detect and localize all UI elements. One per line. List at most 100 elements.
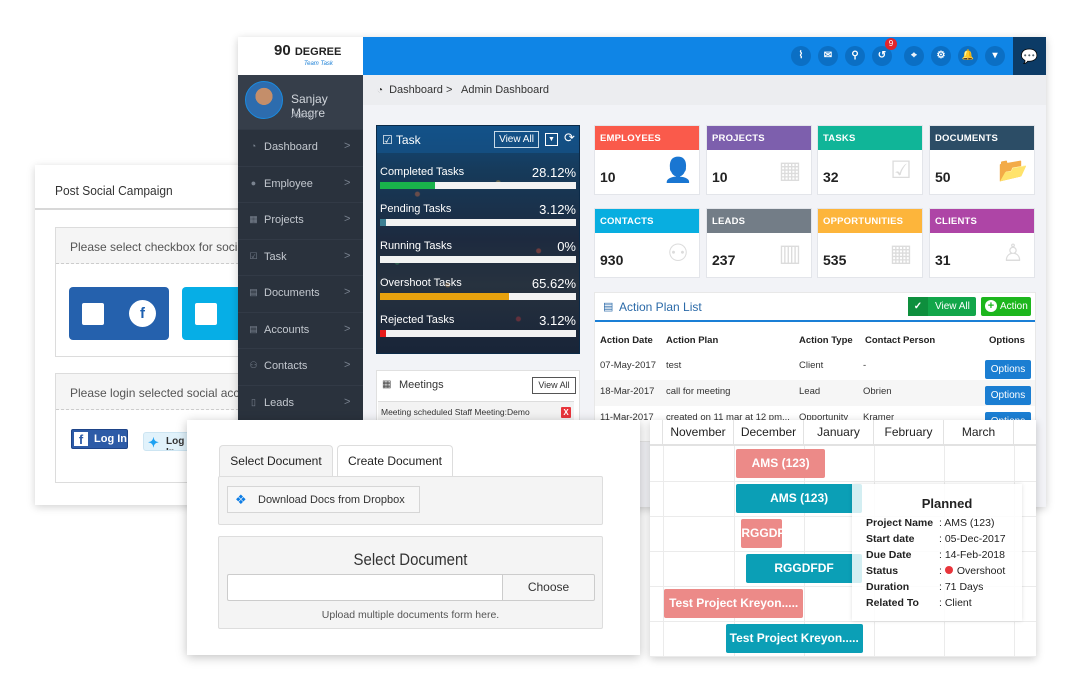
month-header: December bbox=[734, 420, 804, 446]
sidebar-item-leads[interactable]: ▯ Leads > bbox=[238, 384, 363, 421]
avatar bbox=[245, 81, 283, 119]
gantt-bar-planned[interactable]: RGGDFDF bbox=[741, 519, 782, 548]
stat-card-tasks[interactable]: TASKS 32 ☑ bbox=[817, 125, 923, 195]
column-header: Action Date bbox=[600, 335, 653, 346]
dropbox-icon: ❖ bbox=[235, 492, 247, 507]
dashboard-icon: ◔ bbox=[377, 85, 384, 96]
select-document-section: Select Document Choose Upload multiple d… bbox=[218, 536, 603, 629]
gantt-bar-actual[interactable]: Test Project Kreyon..... bbox=[726, 624, 863, 653]
stat-card-leads[interactable]: LEADS 237 ▥ bbox=[706, 208, 812, 278]
tooltip-key: Start date bbox=[866, 533, 915, 545]
sidebar-item-employee[interactable]: ● Employee > bbox=[238, 165, 363, 202]
chat-icon[interactable]: 💬 bbox=[1013, 37, 1046, 75]
user-profile[interactable]: Sanjay Magre Admin bbox=[238, 75, 363, 129]
breadcrumb-current: Admin Dashboard bbox=[461, 84, 550, 96]
view-all-button[interactable]: ✓ View All bbox=[908, 297, 976, 316]
gantt-bar-actual[interactable]: RGGDFDF bbox=[745, 554, 863, 583]
stat-card-opportunities[interactable]: OPPORTUNITIES 535 ▦ bbox=[817, 208, 923, 278]
stat-card-clients[interactable]: CLIENTS 31 ♙ bbox=[929, 208, 1035, 278]
dropbox-section: ❖ Download Docs from Dropbox bbox=[218, 476, 603, 525]
options-button[interactable]: Options bbox=[985, 360, 1031, 379]
stat-card-projects[interactable]: PROJECTS 10 ▦ bbox=[706, 125, 812, 195]
users-icon: ⚇ bbox=[667, 240, 689, 267]
upload-hint: Upload multiple documents form here. bbox=[321, 609, 500, 621]
breadcrumb-root[interactable]: Dashboard bbox=[389, 84, 443, 96]
tooltip-value: : Client bbox=[939, 597, 972, 609]
table-row: 07-May-2017 test Client - Options bbox=[595, 354, 1035, 380]
task-progress-row: Rejected Tasks 3.12% bbox=[380, 313, 578, 344]
logo-word: DEGREE bbox=[294, 46, 342, 58]
notification-badge: 9 bbox=[885, 38, 897, 50]
grid-line bbox=[650, 656, 1036, 657]
tooltip-key: Related To bbox=[866, 597, 919, 609]
checkbox-icon: ☑ bbox=[249, 250, 258, 261]
month-header: January bbox=[804, 420, 874, 446]
progress-fill bbox=[380, 182, 436, 189]
gear-icon[interactable]: ⚙ bbox=[931, 46, 951, 66]
task-percent: 3.12% bbox=[539, 202, 576, 217]
tab-select-document[interactable]: Select Document bbox=[219, 445, 333, 476]
cell-plan: call for meeting bbox=[666, 386, 731, 397]
month-header-spacer bbox=[650, 420, 663, 446]
delete-meeting-button[interactable]: X bbox=[561, 407, 571, 418]
choose-file-button[interactable]: Choose bbox=[502, 574, 595, 601]
breadcrumb: ◔ Dashboard > Admin Dashboard bbox=[363, 75, 1046, 105]
facebook-login-button[interactable]: f Log In bbox=[71, 429, 128, 449]
sidebar-item-task[interactable]: ☑ Task > bbox=[238, 238, 363, 275]
checkbox-icon: ☑ bbox=[890, 157, 912, 184]
task-progress-row: Pending Tasks 3.12% bbox=[380, 202, 578, 233]
caret-down-icon[interactable]: ▼ bbox=[545, 133, 558, 146]
file-path-input[interactable] bbox=[227, 574, 502, 601]
caret-down-icon[interactable]: ▾ bbox=[985, 46, 1005, 66]
progress-bar bbox=[380, 256, 576, 263]
twitter-checkbox[interactable] bbox=[195, 303, 217, 325]
view-all-button[interactable]: View All bbox=[494, 131, 539, 148]
gantt-bar-planned[interactable]: Test Project Kreyon..... bbox=[664, 589, 803, 618]
table-icon: ▦ bbox=[249, 214, 258, 224]
stat-value: 930 bbox=[600, 252, 624, 268]
month-header: February bbox=[874, 420, 944, 446]
list-icon: ▤ bbox=[249, 323, 258, 334]
sidebar-item-documents[interactable]: ▤ Documents > bbox=[238, 275, 363, 311]
gantt-bar-planned[interactable]: AMS (123) bbox=[735, 449, 826, 478]
stat-value: 31 bbox=[935, 252, 951, 268]
chevron-right-icon: > bbox=[344, 249, 351, 262]
add-action-button[interactable]: + Action bbox=[981, 297, 1031, 316]
sidebar-item-contacts[interactable]: ⚇ Contacts > bbox=[238, 348, 363, 384]
refresh-icon[interactable]: ⟳ bbox=[564, 130, 575, 146]
stat-card-contacts[interactable]: CONTACTS 930 ⚇ bbox=[594, 208, 700, 278]
top-navbar: ⌇ ✉ ⚲ ↺ 9 ⌖ ⚙ 🔔 ▾ bbox=[363, 37, 1046, 75]
bell-icon[interactable]: 🔔 bbox=[958, 46, 978, 66]
search-icon[interactable]: ⚲ bbox=[845, 46, 865, 66]
sidebar-item-dashboard[interactable]: ◔ Dashboard > bbox=[238, 129, 363, 165]
task-panel-header: ☑ Task View All ▼ ⟳ bbox=[377, 126, 579, 153]
tooltip-key: Project Name bbox=[866, 517, 934, 529]
tab-create-document[interactable]: Create Document bbox=[337, 445, 453, 476]
facebook-tile[interactable]: f bbox=[69, 287, 169, 340]
app-logo[interactable]: 90 DEGREE Team Task bbox=[238, 37, 363, 75]
sidebar-item-label: Accounts bbox=[264, 323, 310, 336]
sidebar-item-label: Employee bbox=[264, 177, 313, 190]
folder-open-icon: 📂 bbox=[998, 157, 1028, 184]
view-all-button[interactable]: View All bbox=[532, 377, 576, 394]
twitter-login-button[interactable]: ✦ Log In bbox=[143, 432, 193, 451]
task-percent: 28.12% bbox=[531, 165, 576, 180]
sidebar-item-projects[interactable]: ▦ Projects > bbox=[238, 202, 363, 238]
rss-icon[interactable]: ⌇ bbox=[791, 46, 811, 66]
location-icon[interactable]: ⌖ bbox=[904, 46, 924, 66]
gantt-bar-actual[interactable]: AMS (123) bbox=[735, 484, 863, 513]
calendar-icon: ▦ bbox=[382, 379, 392, 390]
tooltip-value-text: 05-Dec-2017 bbox=[944, 533, 1006, 545]
mail-icon[interactable]: ✉ bbox=[818, 46, 838, 66]
dropbox-download-button[interactable]: ❖ Download Docs from Dropbox bbox=[227, 486, 420, 513]
stat-card-documents[interactable]: DOCUMENTS 50 📂 bbox=[929, 125, 1035, 195]
facebook-checkbox[interactable] bbox=[82, 303, 104, 325]
grid-line bbox=[650, 621, 1036, 622]
stat-card-employees[interactable]: EMPLOYEES 10 👤 bbox=[594, 125, 700, 195]
sidebar-item-accounts[interactable]: ▤ Accounts > bbox=[238, 311, 363, 348]
tablet-icon: ▯ bbox=[251, 396, 256, 407]
tooltip-value: : AMS (123) bbox=[939, 517, 995, 529]
options-button[interactable]: Options bbox=[985, 386, 1031, 405]
tooltip-value: : 14-Feb-2018 bbox=[939, 549, 1005, 561]
stat-label: PROJECTS bbox=[707, 126, 811, 150]
